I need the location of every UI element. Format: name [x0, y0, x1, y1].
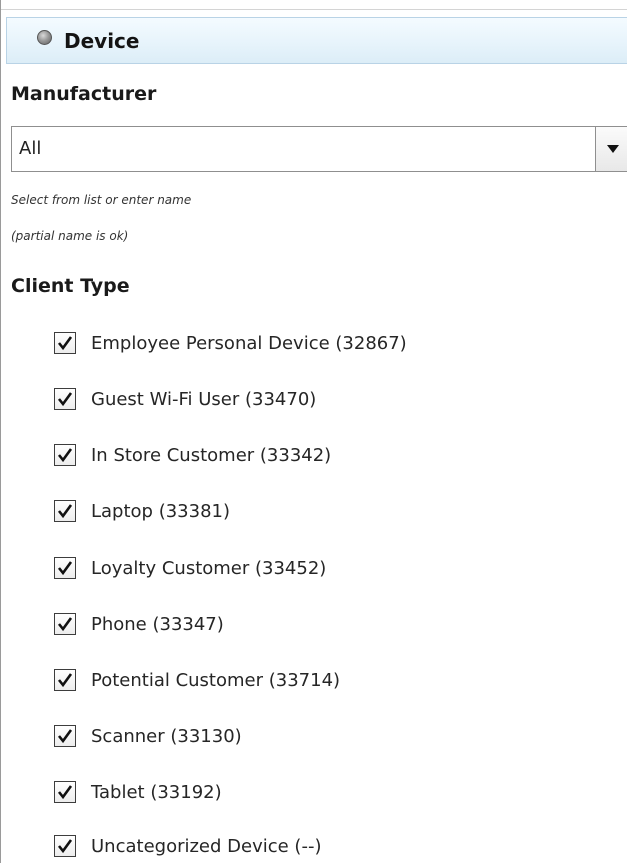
checkmark-icon [57, 785, 73, 800]
client-type-option[interactable]: Laptop (33381) [54, 496, 614, 526]
client-type-option-label: Uncategorized Device (--) [91, 835, 322, 857]
checkbox[interactable] [54, 500, 76, 522]
checkmark-icon [57, 561, 73, 576]
client-type-option[interactable]: Potential Customer (33714) [54, 665, 614, 695]
checkbox[interactable] [54, 557, 76, 579]
checkbox[interactable] [54, 444, 76, 466]
checkbox[interactable] [54, 613, 76, 635]
client-type-option[interactable]: Employee Personal Device (32867) [54, 328, 614, 358]
checkbox[interactable] [54, 725, 76, 747]
client-type-option-label: In Store Customer (33342) [91, 444, 332, 466]
checkmark-icon [57, 392, 73, 407]
client-type-option-label: Laptop (33381) [91, 500, 231, 522]
client-type-option-label: Phone (33347) [91, 613, 224, 635]
client-type-option[interactable]: In Store Customer (33342) [54, 440, 614, 470]
checkbox[interactable] [54, 332, 76, 354]
client-type-option[interactable]: Uncategorized Device (--) [54, 831, 614, 861]
client-type-option[interactable]: Tablet (33192) [54, 777, 614, 807]
checkbox[interactable] [54, 781, 76, 803]
checkmark-icon [57, 729, 73, 744]
client-type-option[interactable]: Phone (33347) [54, 609, 614, 639]
client-type-option[interactable]: Guest Wi-Fi User (33470) [54, 384, 614, 414]
checkbox[interactable] [54, 388, 76, 410]
client-type-option-label: Employee Personal Device (32867) [91, 332, 407, 354]
client-type-list: Employee Personal Device (32867) Guest W… [1, 0, 627, 863]
checkbox[interactable] [54, 835, 76, 857]
client-type-option-label: Potential Customer (33714) [91, 669, 341, 691]
checkmark-icon [57, 839, 73, 854]
client-type-option-label: Loyalty Customer (33452) [91, 557, 327, 579]
device-filter-panel: Device Manufacturer All Select from list… [0, 0, 627, 863]
checkbox[interactable] [54, 669, 76, 691]
client-type-option[interactable]: Loyalty Customer (33452) [54, 553, 614, 583]
client-type-option-label: Guest Wi-Fi User (33470) [91, 388, 317, 410]
checkmark-icon [57, 504, 73, 519]
checkmark-icon [57, 673, 73, 688]
client-type-option-label: Tablet (33192) [91, 781, 222, 803]
checkmark-icon [57, 448, 73, 463]
checkmark-icon [57, 617, 73, 632]
checkmark-icon [57, 336, 73, 351]
client-type-option[interactable]: Scanner (33130) [54, 721, 614, 751]
client-type-option-label: Scanner (33130) [91, 725, 242, 747]
